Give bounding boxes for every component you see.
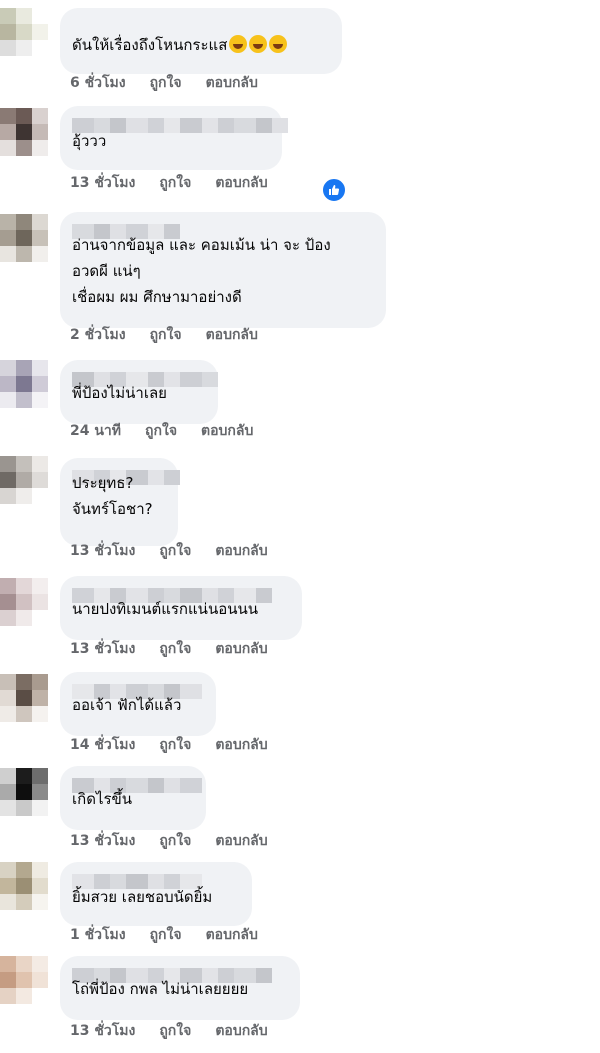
reply-button[interactable]: ตอบกลับ [215,830,267,852]
rolling-laughing-emoji-icon [269,35,288,53]
avatar[interactable] [0,214,48,262]
comment-bubble: อุ้ววว [60,106,288,170]
reply-button[interactable]: ตอบกลับ [206,324,258,346]
comment-bubble: พี่ป้องไม่น่าเลย [60,360,218,424]
comment-bubble: เกิดไรขึ้น [60,766,206,830]
like-button[interactable]: ถูกใจ [159,734,191,756]
timestamp[interactable]: 14 ชั่วโมง [70,734,135,756]
like-button[interactable]: ถูกใจ [159,638,191,660]
avatar[interactable] [0,956,48,1004]
avatar[interactable] [0,108,48,156]
avatar[interactable] [0,360,48,408]
like-button[interactable]: ถูกใจ [145,420,177,442]
comment-text-line: อ่านจากข้อมูล และ คอมเม้น น่า จะ ป้อง [72,236,331,254]
comment-text-line: ประยุทธ? [72,474,134,492]
comment-bubble: ดันให้เรื่องถึงโหนกระแส [60,8,342,74]
reply-button[interactable]: ตอบกลับ [215,172,267,194]
comment-actions: 13 ชั่วโมง ถูกใจ ตอบกลับ [70,172,292,194]
comment-actions: 6 ชั่วโมง ถูกใจ ตอบกลับ [70,72,282,94]
comment-actions: 13 ชั่วโมง ถูกใจ ตอบกลับ [70,830,292,852]
reply-button[interactable]: ตอบกลับ [215,1020,267,1042]
timestamp[interactable]: 13 ชั่วโมง [70,540,135,562]
like-button[interactable]: ถูกใจ [159,1020,191,1042]
reply-button[interactable]: ตอบกลับ [215,540,267,562]
comment-text-line: ยิ้มสวย เลยชอบนัดยิ้ม [72,888,213,906]
timestamp[interactable]: 6 ชั่วโมง [70,72,126,94]
like-button[interactable]: ถูกใจ [150,324,182,346]
timestamp[interactable]: 2 ชั่วโมง [70,324,126,346]
avatar[interactable] [0,578,48,626]
comment-text-line: อวดผี แน่ๆ [72,262,141,280]
avatar[interactable] [0,8,48,56]
comment-actions: 1 ชั่วโมง ถูกใจ ตอบกลับ [70,924,282,946]
comment-text-line: ดันให้เรื่องถึงโหนกระแส [72,33,288,58]
reply-button[interactable]: ตอบกลับ [201,420,253,442]
avatar[interactable] [0,674,48,722]
comment-text-line: พี่ป้องไม่น่าเลย [72,384,167,402]
comment-actions: 14 ชั่วโมง ถูกใจ ตอบกลับ [70,734,292,756]
comment-bubble: นายปงทิเมนต์แรกแน่นอนนน [60,576,302,640]
reply-button[interactable]: ตอบกลับ [215,734,267,756]
like-button[interactable]: ถูกใจ [159,540,191,562]
comment-bubble: อ่านจากข้อมูล และ คอมเม้น น่า จะ ป้องอวด… [60,212,386,328]
avatar[interactable] [0,862,48,910]
comment-text-line: เกิดไรขึ้น [72,790,133,808]
comment-actions: 2 ชั่วโมง ถูกใจ ตอบกลับ [70,324,282,346]
comment-text-line: จันทร์โอชา? [72,500,153,518]
timestamp[interactable]: 13 ชั่วโมง [70,172,135,194]
comment-text-line: นายปงทิเมนต์แรกแน่นอนนน [72,600,258,618]
timestamp[interactable]: 13 ชั่วโมง [70,830,135,852]
timestamp[interactable]: 13 ชั่วโมง [70,1020,135,1042]
comment-bubble: ยิ้มสวย เลยชอบนัดยิ้ม [60,862,252,926]
avatar[interactable] [0,456,48,504]
rolling-laughing-emoji-icon [249,35,268,53]
comment-actions: 13 ชั่วโมง ถูกใจ ตอบกลับ [70,638,292,660]
like-button[interactable]: ถูกใจ [150,72,182,94]
comment-actions: 24 นาที ถูกใจ ตอบกลับ [70,420,277,442]
comment-actions: 13 ชั่วโมง ถูกใจ ตอบกลับ [70,1020,292,1042]
avatar[interactable] [0,768,48,816]
comment-text-line: อุ้ววว [72,132,107,150]
timestamp[interactable]: 24 นาที [70,420,121,442]
comment-bubble: ประยุทธ? จันทร์โอชา? [60,458,180,546]
comment-bubble: โถ่พี่ป้อง กพล ไม่น่าเลยยยย [60,956,300,1020]
comment-text-line: เชื่อผม ผม ศึกษามาอย่างดี [72,288,242,306]
reply-button[interactable]: ตอบกลับ [215,638,267,660]
comment-text-line: โถ่พี่ป้อง กพล ไม่น่าเลยยยย [72,980,249,998]
reply-button[interactable]: ตอบกลับ [206,924,258,946]
thumbs-up-icon [321,177,347,203]
timestamp[interactable]: 13 ชั่วโมง [70,638,135,660]
comment-text-line: ออเจ้า ฟักได้แล้ว [72,696,182,714]
comment-bubble: ออเจ้า ฟักได้แล้ว [60,672,216,736]
like-button[interactable]: ถูกใจ [150,924,182,946]
like-button[interactable]: ถูกใจ [159,172,191,194]
rolling-laughing-emoji-icon [229,35,248,53]
reply-button[interactable]: ตอบกลับ [206,72,258,94]
comment-actions: 13 ชั่วโมง ถูกใจ ตอบกลับ [70,540,292,562]
like-button[interactable]: ถูกใจ [159,830,191,852]
timestamp[interactable]: 1 ชั่วโมง [70,924,126,946]
